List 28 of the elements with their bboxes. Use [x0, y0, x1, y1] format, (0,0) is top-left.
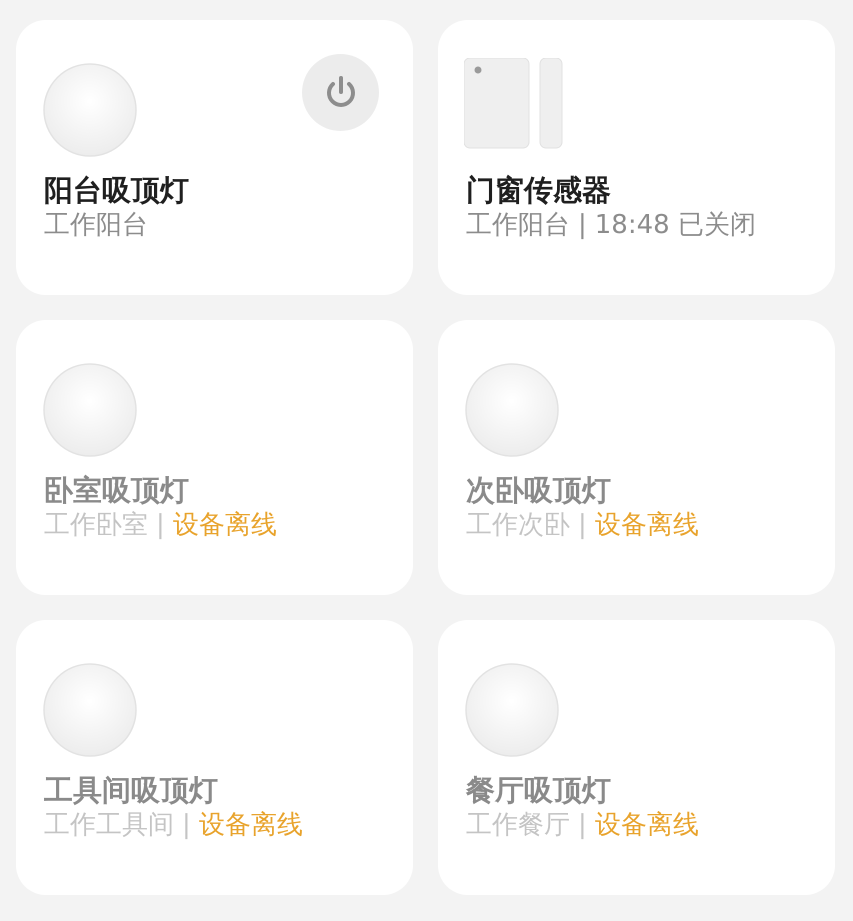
device-card[interactable]: 阳台吸顶灯 工作阳台 [16, 20, 413, 295]
device-card[interactable]: 餐厅吸顶灯 工作餐厅 | 设备离线 [438, 620, 835, 895]
device-status: 设备离线 [594, 809, 699, 842]
separator: | [578, 809, 587, 842]
device-name: 门窗传感器 [466, 172, 612, 208]
device-status: 18:48 已关闭 [594, 209, 756, 242]
device-status: 设备离线 [172, 509, 277, 542]
device-status: 设备离线 [198, 809, 303, 842]
device-name: 餐厅吸顶灯 [466, 772, 612, 808]
separator: | [578, 209, 587, 242]
room-name: 工作阳台 [44, 209, 148, 242]
device-name: 阳台吸顶灯 [44, 172, 190, 208]
device-name: 次卧吸顶灯 [466, 472, 612, 508]
room-name: 工作次卧 [466, 509, 570, 542]
device-card[interactable]: 次卧吸顶灯 工作次卧 | 设备离线 [438, 320, 835, 595]
device-name: 卧室吸顶灯 [44, 472, 190, 508]
room-name: 工作工具间 [44, 809, 174, 842]
device-card[interactable]: 门窗传感器 工作阳台 | 18:48 已关闭 [438, 20, 835, 295]
room-name: 工作阳台 [466, 209, 570, 242]
separator: | [156, 509, 165, 542]
device-status: 设备离线 [594, 509, 699, 542]
room-name: 工作餐厅 [466, 809, 570, 842]
room-name: 工作卧室 [44, 509, 148, 542]
separator: | [578, 509, 587, 542]
device-card[interactable]: 卧室吸顶灯 工作卧室 | 设备离线 [16, 320, 413, 595]
separator: | [182, 809, 191, 842]
device-name: 工具间吸顶灯 [44, 772, 219, 808]
device-card[interactable]: 工具间吸顶灯 工作工具间 | 设备离线 [16, 620, 413, 895]
